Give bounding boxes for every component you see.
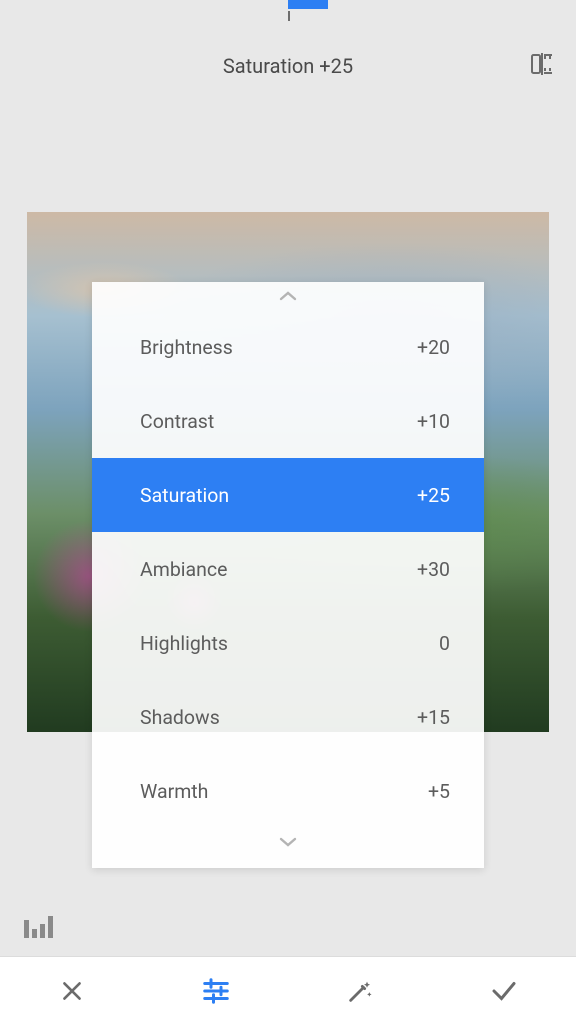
- current-adjustment-title: Saturation +25: [223, 54, 353, 78]
- adjustment-row-highlights[interactable]: Highlights 0: [92, 606, 484, 680]
- adjustment-label: Warmth: [140, 780, 208, 803]
- adjustment-value: +30: [417, 558, 450, 581]
- adjustment-label: Saturation: [140, 484, 229, 507]
- chevron-down-icon[interactable]: [92, 828, 484, 856]
- auto-adjust-button[interactable]: [340, 971, 380, 1011]
- editor-canvas: Saturation +25 Brightness +20 Contrast +10 S…: [0, 0, 576, 956]
- adjustment-value: +20: [417, 336, 450, 359]
- adjustment-row-contrast[interactable]: Contrast +10: [92, 384, 484, 458]
- adjustments-panel: Brightness +20 Contrast +10 Saturation +25 Amb…: [92, 282, 484, 868]
- chevron-up-icon[interactable]: [92, 282, 484, 310]
- adjustment-value: +25: [417, 484, 450, 507]
- adjustment-value: +10: [417, 410, 450, 433]
- tune-button[interactable]: [196, 971, 236, 1011]
- adjustment-value: +5: [428, 780, 450, 803]
- bottom-toolbar: [0, 956, 576, 1024]
- apply-button[interactable]: [484, 971, 524, 1011]
- adjustment-row-ambiance[interactable]: Ambiance +30: [92, 532, 484, 606]
- adjustment-value: +15: [417, 706, 450, 729]
- adjustment-label: Shadows: [140, 706, 220, 729]
- compare-icon[interactable]: [530, 52, 554, 76]
- adjustment-row-saturation[interactable]: Saturation +25: [92, 458, 484, 532]
- adjustment-label: Brightness: [140, 336, 233, 359]
- adjustment-label: Ambiance: [140, 558, 227, 581]
- cancel-button[interactable]: [52, 971, 92, 1011]
- adjustment-row-shadows[interactable]: Shadows +15: [92, 680, 484, 754]
- header-row: Saturation +25: [0, 48, 576, 84]
- adjustment-value: 0: [439, 632, 450, 655]
- histogram-icon[interactable]: [24, 916, 53, 938]
- adjustment-row-warmth[interactable]: Warmth +5: [92, 754, 484, 828]
- adjustment-row-brightness[interactable]: Brightness +20: [92, 310, 484, 384]
- adjustment-label: Contrast: [140, 410, 214, 433]
- adjustment-label: Highlights: [140, 632, 228, 655]
